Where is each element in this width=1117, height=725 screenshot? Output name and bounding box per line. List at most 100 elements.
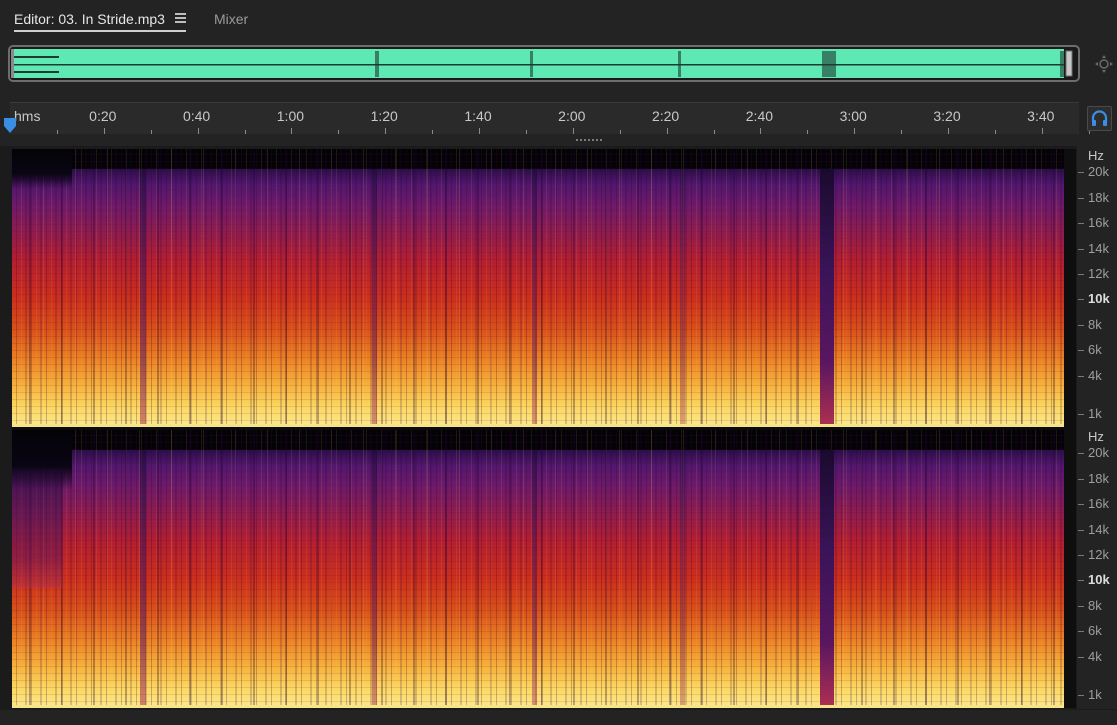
- ruler-tick-mark: [525, 130, 527, 134]
- frequency-tick-mark: [1078, 695, 1084, 696]
- ruler-unit-label: hms: [14, 108, 41, 124]
- frequency-tick-mark: [1078, 198, 1084, 199]
- ruler-tick-label: 3:00: [839, 108, 867, 124]
- tab-mixer[interactable]: Mixer: [214, 0, 248, 38]
- frequency-tick-mark: [1078, 580, 1084, 581]
- overview-waveform-fill: [14, 49, 1064, 78]
- spectral-channel-left[interactable]: [12, 149, 1064, 427]
- frequency-label: 14k: [1088, 241, 1109, 256]
- tab-editor-label: Editor: 03. In Stride.mp3: [14, 11, 165, 27]
- frequency-axis-right-channel: Hz 20k 18k 16k 14k 12k 10k 8k 6k 4k 1k: [1077, 427, 1117, 709]
- ruler-tick-mark: [385, 128, 387, 134]
- frequency-tick-mark: [1078, 172, 1084, 173]
- frequency-label: 16k: [1088, 215, 1109, 230]
- overview-right-handle: [1065, 50, 1073, 77]
- frequency-tick-mark: [1078, 606, 1084, 607]
- spectral-right-edge: [1064, 149, 1076, 708]
- frequency-tick-mark: [1078, 325, 1084, 326]
- ruler-tick-mark: [666, 128, 668, 134]
- frequency-tick-mark: [1078, 479, 1084, 480]
- frequency-label: 14k: [1088, 522, 1109, 537]
- frequency-tick-mark: [1078, 453, 1084, 454]
- ruler-tick-label: 0:40: [182, 108, 211, 124]
- frequency-label: 4k: [1088, 649, 1102, 664]
- ruler-tick-label: 1:40: [464, 108, 492, 124]
- ruler-tick-mark: [807, 130, 809, 134]
- frequency-tick-mark: [1078, 299, 1084, 300]
- frequency-label: 18k: [1088, 190, 1109, 205]
- ruler-tick-mark: [291, 128, 293, 134]
- zoom-navigator-icon[interactable]: [1094, 54, 1114, 74]
- panel-resize-handle[interactable]: [575, 138, 605, 142]
- overview-dip: [678, 51, 681, 77]
- overview-intro-band: [14, 71, 59, 73]
- ruler-tick-mark: [479, 128, 480, 134]
- headphones-icon: [1091, 110, 1108, 126]
- spectral-channel-right[interactable]: [12, 430, 1064, 708]
- tab-mixer-label: Mixer: [214, 11, 249, 27]
- frequency-tick-mark: [1078, 350, 1084, 351]
- frequency-tick-mark: [1078, 504, 1084, 505]
- active-tab-underline: [14, 30, 186, 32]
- ruler-tick-label: 2:40: [745, 108, 774, 124]
- ruler-tick-mark: [713, 130, 715, 134]
- ruler-tick-label: 1:20: [370, 108, 398, 124]
- time-ruler[interactable]: hms 0:20 0:40 1:00 1:20 1:40 2:00 2:20 2:40 3:00…: [10, 102, 1090, 134]
- ruler-tick-label: 1:00: [276, 108, 305, 124]
- frequency-tick-mark: [1078, 376, 1084, 377]
- frequency-label: 6k: [1088, 342, 1102, 357]
- panel-footer: [0, 710, 1117, 725]
- ruler-tick-mark: [760, 128, 762, 134]
- overview-left-handle: [11, 49, 14, 78]
- frequency-label: 20k: [1088, 164, 1109, 179]
- overview-dip: [375, 51, 379, 77]
- ruler-tick-mark: [994, 130, 996, 134]
- frequency-label: 10k: [1088, 572, 1110, 587]
- hamburger-menu-icon[interactable]: [175, 13, 186, 23]
- spectrogram-left: [12, 149, 1064, 427]
- ruler-tick-mark: [150, 130, 152, 134]
- ruler-tick-mark: [854, 128, 856, 134]
- ruler-tick-mark: [244, 130, 246, 134]
- spectrogram-right: [12, 430, 1064, 708]
- ruler-tick-mark: [57, 130, 58, 134]
- frequency-tick-mark: [1078, 223, 1084, 224]
- frequency-unit-label: Hz: [1088, 429, 1104, 444]
- frequency-label: 6k: [1088, 623, 1102, 638]
- headphones-button[interactable]: [1087, 106, 1112, 131]
- frequency-tick-mark: [1078, 414, 1084, 415]
- frequency-tick-mark: [1078, 555, 1084, 556]
- overview-dip: [822, 51, 836, 77]
- frequency-unit-label: Hz: [1088, 148, 1104, 163]
- overview-intro-band: [14, 56, 59, 58]
- playhead-marker-icon[interactable]: [3, 117, 17, 135]
- frequency-tick-mark: [1078, 657, 1084, 658]
- ruler-tick-label: 0:20: [89, 108, 117, 124]
- frequency-label: 4k: [1088, 368, 1102, 383]
- ruler-tick-mark: [572, 128, 574, 134]
- ruler-tick-label: 2:00: [558, 108, 586, 124]
- ruler-tick-mark: [901, 130, 903, 134]
- ruler-tick-label: 2:20: [651, 108, 680, 124]
- frequency-label: 20k: [1088, 445, 1109, 460]
- frequency-label: 1k: [1088, 687, 1102, 702]
- ruler-tick-mark: [197, 128, 199, 134]
- frequency-label: 12k: [1088, 266, 1109, 281]
- frequency-tick-mark: [1078, 631, 1084, 632]
- overview-waveform: [11, 49, 1073, 78]
- overview-centerline: [14, 64, 1064, 66]
- overview-dip: [530, 51, 533, 77]
- frequency-label: 1k: [1088, 406, 1102, 421]
- tab-editor[interactable]: Editor: 03. In Stride.mp3: [14, 0, 186, 38]
- ruler-tick-mark: [619, 130, 621, 134]
- panel-tab-bar: Editor: 03. In Stride.mp3 Mixer: [0, 0, 1117, 38]
- ruler-tick-label: 3:20: [933, 108, 961, 124]
- frequency-axis-left-channel: Hz 20k 18k 16k 14k 12k 10k 8k 6k 4k 1k: [1077, 146, 1117, 427]
- frequency-tick-mark: [1078, 249, 1084, 250]
- frequency-tick-mark: [1078, 530, 1084, 531]
- ruler-tick-label: 3:40: [1027, 108, 1055, 124]
- overview-navigator[interactable]: [8, 45, 1080, 82]
- ruler-tick-mark: [338, 130, 340, 134]
- frequency-tick-mark: [1078, 274, 1084, 275]
- frequency-label: 8k: [1088, 317, 1102, 332]
